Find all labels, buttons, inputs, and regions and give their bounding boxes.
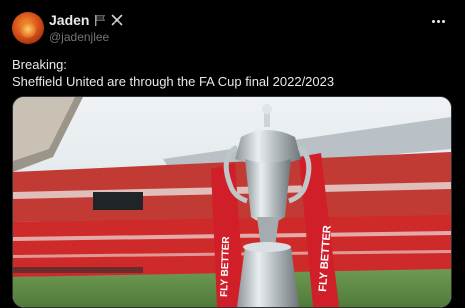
avatar[interactable] bbox=[12, 12, 44, 44]
tweet-text-line-1: Breaking: bbox=[12, 57, 67, 72]
swords-icon bbox=[112, 14, 123, 26]
tweet-media-image[interactable]: FLY BETTER FLY BETTER bbox=[12, 96, 452, 308]
more-options-icon[interactable] bbox=[428, 14, 448, 28]
flag-icon bbox=[95, 15, 106, 26]
avatar-image bbox=[20, 22, 36, 38]
author-name-row: Jaden bbox=[49, 12, 123, 28]
author-display-name[interactable]: Jaden bbox=[49, 12, 89, 28]
author-handle[interactable]: @jadenjlee bbox=[49, 30, 109, 44]
tweet-text: Breaking: Sheffield United are through t… bbox=[12, 56, 334, 90]
tweet-text-line-2: Sheffield United are through the FA Cup … bbox=[12, 74, 335, 89]
svg-text:FLY BETTER: FLY BETTER bbox=[219, 235, 232, 297]
fa-cup-trophy-image: FLY BETTER FLY BETTER bbox=[13, 97, 451, 307]
